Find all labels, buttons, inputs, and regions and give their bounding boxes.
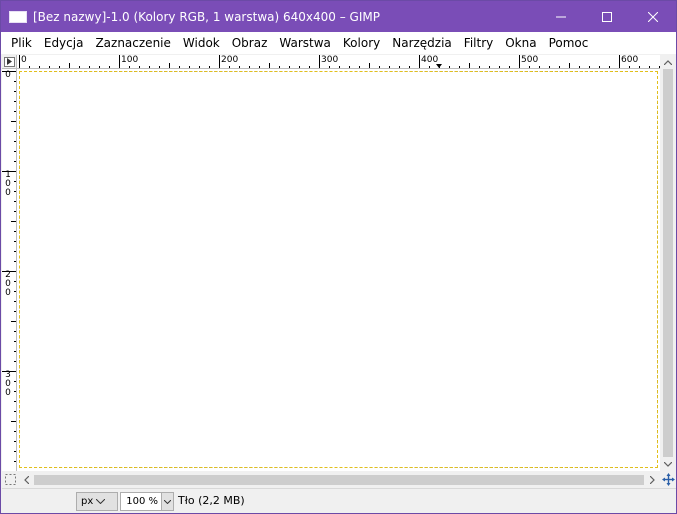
navigate-button[interactable] bbox=[660, 471, 676, 488]
quick-mask-toggle-icon bbox=[6, 58, 12, 65]
scroll-down-button[interactable] bbox=[660, 457, 676, 471]
gimp-window: [Bez nazwy]-1.0 (Kolory RGB, 1 warstwa) … bbox=[0, 0, 677, 514]
minimize-button[interactable] bbox=[538, 1, 584, 32]
window-controls bbox=[538, 1, 676, 32]
horizontal-ruler-ticks bbox=[19, 55, 660, 68]
menu-plik[interactable]: Plik bbox=[5, 32, 38, 54]
menu-kolory[interactable]: Kolory bbox=[337, 32, 386, 54]
menu-widok[interactable]: Widok bbox=[177, 32, 226, 54]
title-bar: [Bez nazwy]-1.0 (Kolory RGB, 1 warstwa) … bbox=[1, 1, 676, 32]
menu-pomoc[interactable]: Pomoc bbox=[543, 32, 595, 54]
maximize-button[interactable] bbox=[584, 1, 630, 32]
vertical-scrollbar[interactable] bbox=[660, 55, 676, 471]
scroll-up-button[interactable] bbox=[660, 55, 676, 69]
ruler-label: 300 bbox=[5, 370, 11, 398]
vertical-ruler[interactable]: 0 100 200 300 bbox=[2, 69, 17, 471]
chevron-left-icon bbox=[23, 475, 29, 484]
window-title: [Bez nazwy]-1.0 (Kolory RGB, 1 warstwa) … bbox=[33, 9, 380, 24]
image-canvas[interactable] bbox=[19, 71, 658, 468]
horizontal-scrollbar[interactable] bbox=[18, 471, 660, 488]
vertical-scroll-thumb[interactable] bbox=[663, 69, 673, 457]
chevron-down-icon bbox=[664, 461, 672, 467]
navigate-icon bbox=[661, 473, 675, 486]
close-icon bbox=[648, 11, 658, 22]
canvas-area[interactable] bbox=[17, 69, 660, 471]
menu-label: Warstwa bbox=[279, 36, 331, 50]
menu-label: Kolory bbox=[342, 36, 381, 50]
menu-label: Filtry bbox=[463, 36, 494, 50]
quick-mask-button[interactable] bbox=[2, 471, 18, 488]
horizontal-scroll-row bbox=[2, 471, 676, 488]
zoom-combo[interactable]: 100 % bbox=[120, 492, 174, 511]
ruler-label: 200 bbox=[221, 55, 239, 65]
menu-label: Edycja bbox=[43, 36, 84, 50]
menu-label: Narzędzia bbox=[392, 36, 452, 50]
horizontal-ruler[interactable]: 0 100 200 300 400 500 600 bbox=[17, 55, 660, 69]
close-button[interactable] bbox=[630, 1, 676, 32]
menu-narzedzia[interactable]: Narzędzia bbox=[386, 32, 458, 54]
ruler-label: 400 bbox=[421, 55, 439, 65]
menu-label: Widok bbox=[182, 36, 220, 50]
layer-status-text: Tło (2,2 MB) bbox=[178, 494, 245, 507]
unit-select[interactable]: px bbox=[76, 492, 118, 511]
menu-arrow-button[interactable] bbox=[3, 56, 15, 67]
zoom-value[interactable]: 100 % bbox=[121, 496, 161, 507]
scroll-left-button[interactable] bbox=[18, 471, 34, 488]
scroll-right-button[interactable] bbox=[644, 471, 660, 488]
horizontal-scroll-thumb[interactable] bbox=[34, 475, 644, 485]
maximize-icon bbox=[602, 11, 612, 22]
menu-label: Obraz bbox=[231, 36, 268, 50]
zoom-dropdown-button[interactable] bbox=[161, 493, 173, 510]
ruler-label: 0 bbox=[5, 70, 11, 80]
menu-obraz[interactable]: Obraz bbox=[226, 32, 274, 54]
chevron-right-icon bbox=[649, 475, 655, 484]
ruler-label: 200 bbox=[5, 270, 11, 298]
menu-label: Pomoc bbox=[548, 36, 589, 50]
menu-label: Plik bbox=[11, 36, 32, 50]
menu-zaznaczenie[interactable]: Zaznaczenie bbox=[89, 32, 176, 54]
ruler-label: 500 bbox=[521, 55, 539, 65]
ruler-label: 100 bbox=[5, 170, 11, 198]
ruler-label: 100 bbox=[121, 55, 139, 65]
ruler-label: 300 bbox=[321, 55, 339, 65]
statusbar: px 100 % Tło (2,2 MB) bbox=[2, 488, 676, 513]
menu-filtry[interactable]: Filtry bbox=[458, 32, 499, 54]
menu-label: Okna bbox=[505, 36, 537, 50]
ruler-label: 0 bbox=[21, 55, 27, 65]
chevron-down-icon bbox=[96, 499, 106, 504]
chevron-down-icon bbox=[164, 499, 171, 504]
menu-label: Zaznaczenie bbox=[95, 36, 171, 50]
ruler-label: 600 bbox=[621, 55, 639, 65]
quick-mask-icon bbox=[4, 474, 16, 485]
menu-okna[interactable]: Okna bbox=[499, 32, 542, 54]
menu-edycja[interactable]: Edycja bbox=[38, 32, 90, 54]
menubar: Plik Edycja Zaznaczenie Widok Obraz Wars… bbox=[1, 32, 676, 54]
app-icon bbox=[9, 10, 27, 23]
unit-value: px bbox=[81, 496, 94, 507]
minimize-icon bbox=[556, 16, 566, 17]
ruler-corner bbox=[2, 55, 17, 69]
chevron-up-icon bbox=[664, 59, 672, 65]
menu-warstwa[interactable]: Warstwa bbox=[273, 32, 337, 54]
